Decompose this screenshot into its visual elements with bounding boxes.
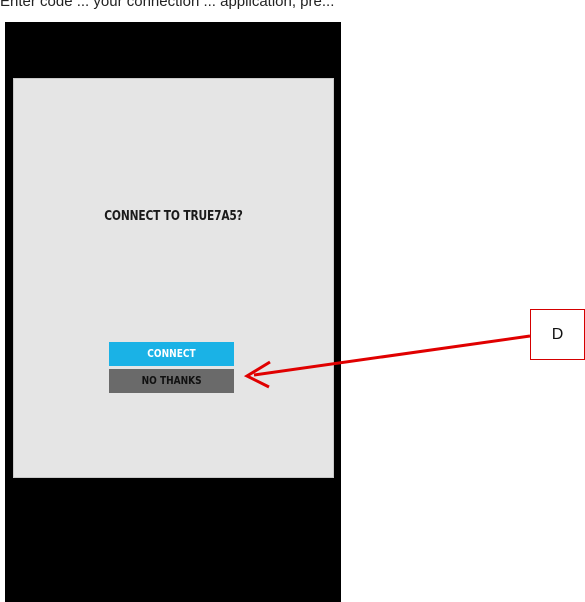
annotation-arrow: [243, 334, 531, 389]
callout-box: D: [530, 309, 585, 360]
callout-label: D: [551, 325, 564, 343]
arrow-shaft: [253, 334, 531, 377]
